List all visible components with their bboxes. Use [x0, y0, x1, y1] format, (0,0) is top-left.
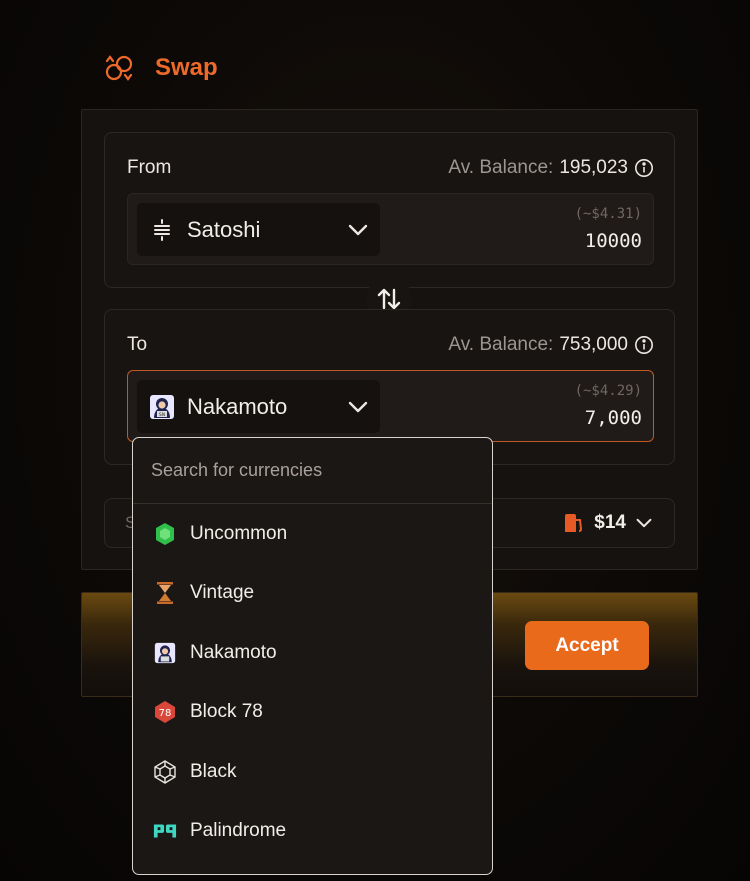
svg-text:78: 78 — [159, 708, 172, 719]
to-usd-value: (~$4.29) — [574, 383, 642, 399]
to-amount-input[interactable]: 7,000 — [585, 407, 642, 429]
from-panel: From Av. Balance: 195,023 Satoshi (~$4.3… — [104, 132, 675, 288]
from-balance: Av. Balance: 195,023 — [448, 157, 654, 179]
from-balance-value: 195,023 — [559, 157, 628, 178]
chevron-down-icon — [348, 224, 368, 235]
info-icon[interactable] — [634, 335, 654, 355]
from-label: From — [127, 157, 172, 178]
from-amount-box: Satoshi (~$4.31) 10000 — [127, 193, 654, 265]
page-title: Swap — [155, 54, 218, 81]
satoshi-icon — [154, 218, 170, 241]
to-amount-box: SN Nakamoto (~$4.29) 7,000 — [127, 370, 654, 442]
currency-option-label: Block 78 — [190, 701, 263, 723]
currency-option-uncommon[interactable]: Uncommon — [133, 504, 492, 564]
fee-value: $14 — [594, 512, 626, 533]
currency-option-label: Vintage — [190, 582, 255, 604]
currency-option-palindrome[interactable]: Palindrome — [133, 802, 492, 862]
to-balance-value: 753,000 — [559, 334, 628, 355]
to-balance-label: Av. Balance: — [448, 334, 554, 355]
palindrome-icon — [153, 819, 177, 843]
info-icon[interactable] — [634, 158, 654, 178]
gas-pump-icon — [565, 514, 583, 532]
swap-circle-icon — [105, 55, 133, 81]
currency-option-label: Uncommon — [190, 522, 288, 544]
to-token-name: Nakamoto — [187, 393, 288, 419]
from-token-select[interactable]: Satoshi — [137, 203, 380, 256]
to-balance: Av. Balance: 753,000 — [448, 334, 654, 356]
from-usd-value: (~$4.31) — [574, 206, 642, 222]
currency-option-nakamoto[interactable]: Nakamoto — [133, 623, 492, 683]
black-gem-icon — [153, 759, 177, 784]
chevron-down-icon — [636, 518, 652, 528]
svg-text:SN: SN — [159, 412, 165, 418]
currency-option-label: Palindrome — [190, 820, 287, 842]
nakamoto-icon: SN — [150, 394, 174, 419]
currency-option-label: Black — [190, 760, 237, 782]
hourglass-icon — [153, 581, 177, 605]
currency-option-black[interactable]: Black — [133, 742, 492, 802]
currency-option-vintage[interactable]: Vintage — [133, 564, 492, 624]
currency-option-block-78[interactable]: 78 Block 78 — [133, 683, 492, 743]
accept-button[interactable]: Accept — [525, 621, 649, 670]
from-amount-input[interactable]: 10000 — [585, 230, 642, 252]
block-78-icon: 78 — [153, 700, 177, 724]
swap-header: Swap — [103, 52, 218, 84]
nakamoto-icon — [153, 641, 177, 665]
currency-dropdown: Search for currencies Uncommon Vintage N… — [132, 437, 493, 875]
to-token-select[interactable]: SN Nakamoto — [137, 380, 380, 433]
currency-option-label: Nakamoto — [190, 641, 277, 663]
chevron-down-icon — [348, 401, 368, 412]
green-gem-icon — [153, 522, 177, 546]
to-label: To — [127, 334, 148, 355]
currency-search-input[interactable]: Search for currencies — [133, 438, 492, 504]
from-token-name: Satoshi — [187, 216, 261, 242]
fee-selector[interactable]: $14 — [562, 512, 652, 534]
from-balance-label: Av. Balance: — [448, 157, 554, 178]
